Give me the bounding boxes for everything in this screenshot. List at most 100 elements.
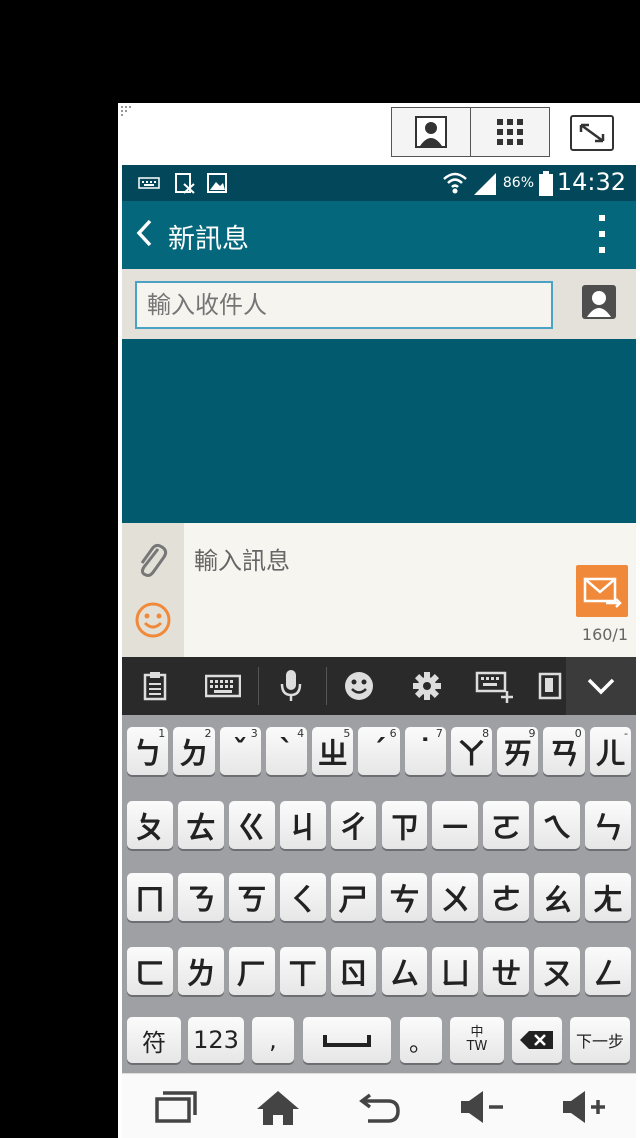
key-1-8[interactable]: ㄟ <box>534 801 581 849</box>
key-0-9[interactable]: ㄢ0 <box>543 727 585 775</box>
home-button[interactable] <box>248 1084 308 1130</box>
paperclip-icon[interactable] <box>136 541 170 581</box>
key-label: ㄏ <box>236 957 267 992</box>
key-2-3[interactable]: ㄑ <box>279 873 326 921</box>
key-3-2[interactable]: ㄏ <box>228 947 275 995</box>
key-1-6[interactable]: ㄧ <box>432 801 479 849</box>
wifi-icon <box>443 172 467 194</box>
voice-input-button[interactable] <box>258 657 324 715</box>
recent-apps-button[interactable] <box>146 1084 206 1130</box>
character-counter: 160/1 <box>581 625 628 644</box>
expand-window-button[interactable] <box>570 115 614 151</box>
key-3-8[interactable]: ㄡ <box>534 947 581 995</box>
key-0-7[interactable]: ㄚ8 <box>450 727 493 775</box>
key-1-0[interactable]: ㄆ <box>127 801 173 849</box>
key-label: ㄒ <box>287 957 318 992</box>
window-toolbar <box>118 103 640 165</box>
keyboard-layout-button[interactable] <box>190 657 256 715</box>
key-3-3[interactable]: ㄒ <box>279 947 326 995</box>
comma-key[interactable]: , <box>252 1017 294 1063</box>
key-3-7[interactable]: ㄝ <box>483 947 530 995</box>
text-edit-icon <box>538 672 562 700</box>
emoji-keyboard-button[interactable] <box>326 657 392 715</box>
back-button[interactable] <box>350 1084 410 1130</box>
key-1-5[interactable]: ㄗ <box>381 801 428 849</box>
key-0-5[interactable]: ˊ6 <box>358 727 400 775</box>
key-0-8[interactable]: ㄞ9 <box>497 727 539 775</box>
numbers-key[interactable]: 123 <box>188 1017 244 1063</box>
key-label: ㄗ <box>389 811 420 846</box>
key-2-8[interactable]: ㄠ <box>534 873 581 921</box>
key-label: ㄘ <box>389 883 420 918</box>
key-1-9[interactable]: ㄣ <box>585 801 631 849</box>
key-1-7[interactable]: ㄛ <box>483 801 530 849</box>
key-0-10[interactable]: ㄦ- <box>589 727 631 775</box>
period-key[interactable]: 。 <box>400 1017 442 1063</box>
keyboard-resize-button[interactable] <box>462 657 528 715</box>
contact-picker-button[interactable] <box>582 285 616 319</box>
key-2-9[interactable]: ㄤ <box>585 873 631 921</box>
key-3-0[interactable]: ㄈ <box>127 947 173 995</box>
next-key[interactable]: 下一步 <box>570 1017 630 1063</box>
delete-key[interactable] <box>512 1017 562 1063</box>
key-hint: 2 <box>204 727 212 740</box>
image-notification-icon <box>207 173 227 193</box>
send-button[interactable] <box>576 565 628 617</box>
key-0-1[interactable]: ㄉ2 <box>173 727 215 775</box>
key-2-7[interactable]: ㄜ <box>483 873 530 921</box>
key-0-3[interactable]: ˋ4 <box>265 727 308 775</box>
key-3-5[interactable]: ㄙ <box>381 947 428 995</box>
key-1-2[interactable]: ㄍ <box>228 801 275 849</box>
key-0-6[interactable]: ˙ 7 <box>404 727 446 775</box>
clipboard-button[interactable] <box>122 657 188 715</box>
chevron-left-icon[interactable] <box>134 215 154 251</box>
keyboard-toolbar <box>122 657 636 715</box>
key-label-top: 中 <box>470 1025 484 1040</box>
key-label: ㄑ <box>287 883 318 918</box>
key-2-5[interactable]: ㄘ <box>381 873 428 921</box>
key-2-6[interactable]: ㄨ <box>432 873 479 921</box>
apps-grid-button[interactable] <box>470 107 550 157</box>
key-1-4[interactable]: ㄔ <box>330 801 377 849</box>
recipient-row <box>122 269 636 339</box>
recipient-input[interactable] <box>135 281 553 329</box>
key-label: 符 <box>142 1028 166 1057</box>
key-2-4[interactable]: ㄕ <box>330 873 377 921</box>
backspace-icon <box>520 1031 553 1049</box>
space-bar-icon <box>323 1035 371 1047</box>
message-input[interactable]: 輸入訊息 <box>194 541 290 576</box>
keyboard-settings-button[interactable] <box>394 657 460 715</box>
key-0-2[interactable]: ˇ3 <box>219 727 261 775</box>
text-mode-button[interactable] <box>530 657 570 715</box>
contacts-window-button[interactable] <box>391 107 471 157</box>
emoji-icon[interactable] <box>134 601 172 639</box>
symbols-key[interactable]: 符 <box>127 1017 181 1063</box>
more-vertical-icon[interactable] <box>598 215 606 255</box>
key-hint: - <box>624 727 628 740</box>
key-3-9[interactable]: ㄥ <box>585 947 631 995</box>
keyboard-move-icon <box>475 671 513 703</box>
key-1-1[interactable]: ㄊ <box>177 801 224 849</box>
key-0-4[interactable]: ㄓ5 <box>312 727 354 775</box>
compose-side-panel <box>122 523 184 657</box>
key-0-0[interactable]: ㄅ1 <box>127 727 169 775</box>
key-2-2[interactable]: ㄎ <box>228 873 275 921</box>
space-key[interactable] <box>303 1017 391 1063</box>
key-2-0[interactable]: ㄇ <box>127 873 173 921</box>
key-3-4[interactable]: ㄖ <box>330 947 377 995</box>
key-label: ㄇ <box>134 883 165 918</box>
key-3-1[interactable]: ㄌ <box>177 947 224 995</box>
key-label: ˊ <box>371 733 387 769</box>
key-label: ˋ <box>278 733 294 769</box>
key-2-1[interactable]: ㄋ <box>177 873 224 921</box>
keyboard-collapse-button[interactable] <box>566 657 636 715</box>
key-label: 下一步 <box>575 1032 624 1051</box>
volume-up-button[interactable] <box>554 1084 614 1130</box>
volume-down-button[interactable] <box>452 1084 512 1130</box>
key-3-6[interactable]: ㄩ <box>432 947 479 995</box>
language-key[interactable]: 中 TW <box>450 1017 504 1063</box>
person-icon <box>415 116 447 148</box>
drag-handle-icon[interactable] <box>121 106 135 118</box>
key-1-3[interactable]: ㄐ <box>279 801 326 849</box>
grid-icon <box>497 119 523 145</box>
